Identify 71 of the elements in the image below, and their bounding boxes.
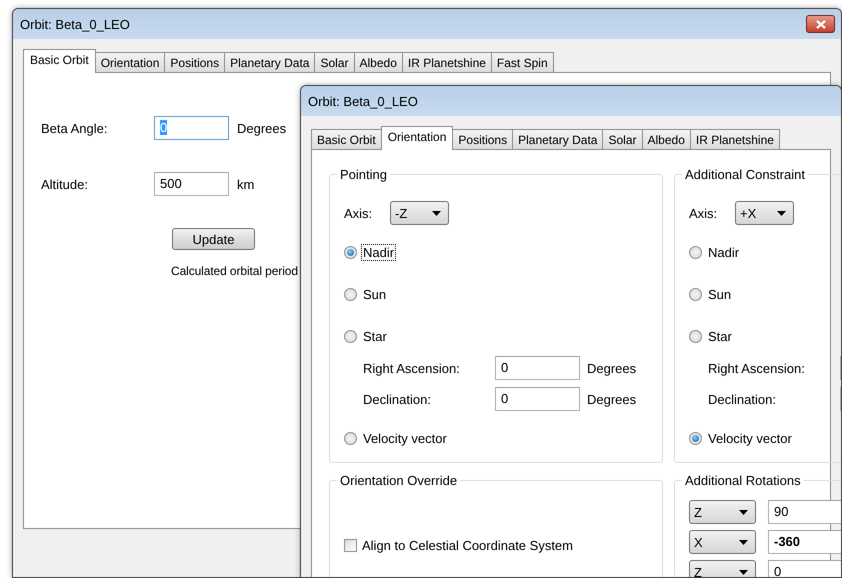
radio-label[interactable]: Velocity vector [362, 430, 448, 446]
checkbox[interactable] [344, 539, 357, 552]
axis-label: Axis: [689, 206, 718, 220]
group-title: Orientation Override [339, 473, 458, 488]
update-button[interactable]: Update [172, 228, 255, 250]
radio-button[interactable] [344, 246, 357, 258]
radio-button[interactable] [344, 432, 357, 444]
radio-label[interactable]: Sun [707, 286, 732, 302]
window-title: Orbit: Beta_0_LEO [20, 16, 130, 32]
field-label: Declination: [708, 392, 777, 406]
tab[interactable]: Planetary Data [512, 129, 604, 149]
radio-button[interactable] [344, 330, 357, 342]
dropdown[interactable]: Z [689, 500, 756, 524]
input-field[interactable]: 500 [154, 172, 229, 196]
field-label: Right Ascension: [363, 360, 461, 376]
input-field[interactable]: 0 [495, 356, 580, 380]
tab[interactable]: Orientation [94, 52, 166, 72]
close-icon [816, 20, 826, 28]
radio-label[interactable]: Nadir [707, 244, 740, 260]
radio-button[interactable] [689, 288, 702, 300]
tab[interactable]: Basic Orbit [23, 49, 96, 73]
field-label: Beta Angle: [41, 120, 108, 136]
close-button[interactable] [806, 15, 835, 33]
unit-label: km [237, 176, 254, 192]
field-label: Declination: [363, 392, 432, 406]
radio-button[interactable] [689, 246, 702, 258]
unit-label: Degrees [237, 120, 286, 136]
unit-label: Degrees [587, 392, 636, 406]
input-field[interactable]: -360 [768, 530, 841, 554]
field-label: Altitude: [41, 176, 89, 192]
input-field[interactable]: 0 [495, 387, 580, 411]
dropdown[interactable]: -Z [390, 201, 449, 225]
tab[interactable]: IR Planetshine [402, 52, 492, 72]
radio-button[interactable] [344, 288, 357, 300]
radio-button[interactable] [689, 330, 702, 342]
tab[interactable]: Solar [314, 52, 354, 72]
group-title: Pointing [339, 167, 388, 182]
tab[interactable]: Albedo [642, 129, 691, 149]
tab[interactable]: Planetary Data [224, 52, 316, 72]
tab[interactable]: Basic Orbit [311, 129, 382, 149]
field-label: Right Ascension: [708, 360, 806, 376]
tab[interactable]: Positions [164, 52, 226, 72]
group-title: Additional Constraint [684, 167, 806, 182]
tab[interactable]: Solar [602, 129, 642, 149]
unit-label: Degrees [587, 360, 636, 376]
window-title: Orbit: Beta_0_LEO [308, 94, 418, 108]
tab[interactable]: Positions [452, 129, 514, 149]
group-title: Additional Rotations [684, 473, 802, 488]
input-field[interactable]: 90 [768, 500, 841, 524]
tab[interactable]: Fast Spin [490, 52, 554, 72]
checkbox-label[interactable]: Align to Celestial Coordinate System [362, 538, 573, 553]
radio-label[interactable]: Star [362, 328, 388, 344]
input-field[interactable]: 0 [768, 560, 841, 577]
caret-icon [432, 210, 441, 216]
tab[interactable]: Albedo [354, 52, 403, 72]
caret-icon [739, 570, 748, 574]
radio-label[interactable]: Sun [362, 286, 388, 302]
caret-icon [739, 510, 748, 514]
dropdown[interactable]: X [689, 530, 756, 554]
caret-icon [777, 210, 786, 216]
radio-label[interactable]: Nadir [362, 244, 396, 260]
axis-label: Axis: [344, 206, 374, 220]
tab[interactable]: Orientation [380, 126, 454, 150]
orbital-period-text: Calculated orbital period [171, 264, 298, 278]
caret-icon [739, 540, 748, 544]
radio-label[interactable]: Star [707, 328, 733, 344]
radio-label[interactable]: Velocity vector [707, 430, 793, 446]
radio-button[interactable] [689, 432, 702, 444]
tab[interactable]: IR Planetshine [690, 129, 780, 149]
dropdown[interactable]: Z [689, 560, 756, 577]
dropdown[interactable]: +X [735, 201, 794, 225]
